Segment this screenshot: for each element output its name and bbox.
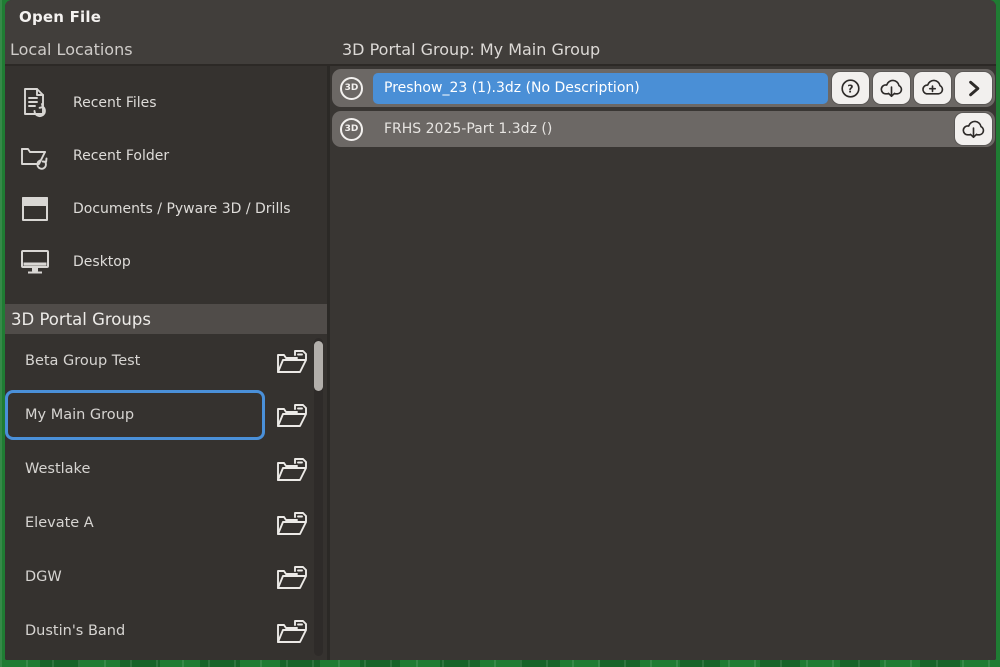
dialog-header: Open File Local Locations 3D Portal Grou…: [5, 0, 996, 66]
group-select-my-main-group[interactable]: My Main Group: [5, 390, 265, 440]
group-row-dgw: DGW: [5, 550, 327, 604]
help-button[interactable]: ?: [832, 72, 869, 104]
3d-file-badge-icon: 3D: [340, 118, 363, 141]
group-label: Beta Group Test: [25, 353, 140, 369]
sidebar-item-label: Recent Folder: [73, 148, 169, 164]
open-folder-icon[interactable]: [275, 345, 311, 377]
sidebar: Recent Files Recent Folder: [5, 66, 330, 660]
group-row-westlake: Westlake: [5, 442, 327, 496]
3d-file-badge-icon: 3D: [340, 77, 363, 100]
groups-scrollbar-track[interactable]: [314, 338, 323, 656]
file-list-panel: 3D Preshow_23 (1).3dz (No Description) ?: [330, 66, 996, 660]
open-folder-icon[interactable]: [275, 399, 311, 431]
local-locations-header: Local Locations: [5, 40, 330, 59]
cloud-download-button[interactable]: [955, 113, 992, 145]
open-folder-icon[interactable]: [275, 615, 311, 647]
group-select-westlake[interactable]: Westlake: [5, 444, 265, 494]
recent-files-icon: [19, 87, 51, 119]
file-row-frhs: 3D FRHS 2025-Part 1.3dz (): [332, 111, 995, 147]
group-label: DGW: [25, 569, 62, 585]
sidebar-item-recent-files[interactable]: Recent Files: [5, 76, 327, 129]
group-select-dgw[interactable]: DGW: [5, 552, 265, 602]
file-name-preshow[interactable]: Preshow_23 (1).3dz (No Description): [373, 73, 828, 104]
sidebar-item-label: Desktop: [73, 254, 131, 270]
sidebar-item-label: Recent Files: [73, 95, 157, 111]
group-row-beta-group-test: Beta Group Test: [5, 334, 327, 388]
local-locations-list: Recent Files Recent Folder: [5, 66, 327, 288]
portal-groups-header: 3D Portal Groups: [5, 304, 327, 334]
open-folder-icon[interactable]: [275, 507, 311, 539]
group-label: Dustin's Band: [25, 623, 125, 639]
group-select-elevate-a[interactable]: Elevate A: [5, 498, 265, 548]
group-row-elevate-a: Elevate A: [5, 496, 327, 550]
open-file-dialog: Open File Local Locations 3D Portal Grou…: [5, 0, 996, 660]
group-select-beta-group-test[interactable]: Beta Group Test: [5, 336, 265, 386]
sidebar-item-recent-folder[interactable]: Recent Folder: [5, 129, 327, 182]
group-select-dustins-band[interactable]: Dustin's Band: [5, 606, 265, 656]
file-name-frhs[interactable]: FRHS 2025-Part 1.3dz (): [373, 114, 951, 145]
sidebar-item-documents[interactable]: Documents / Pyware 3D / Drills: [5, 182, 327, 235]
documents-icon: [19, 193, 51, 225]
open-folder-icon[interactable]: [275, 453, 311, 485]
group-label: My Main Group: [25, 407, 134, 423]
portal-groups-list: Beta Group Test My Main Group: [5, 334, 327, 658]
dialog-title: Open File: [19, 8, 101, 26]
group-row-dustins-band: Dustin's Band: [5, 604, 327, 658]
group-label: Westlake: [25, 461, 90, 477]
group-row-my-main-group: My Main Group: [5, 388, 327, 442]
portal-group-header: 3D Portal Group: My Main Group: [330, 40, 996, 59]
svg-text:?: ?: [847, 83, 853, 95]
sidebar-item-label: Documents / Pyware 3D / Drills: [73, 201, 291, 217]
groups-scrollbar-thumb[interactable]: [314, 341, 323, 391]
desktop-icon: [19, 246, 51, 278]
cloud-download-button[interactable]: [873, 72, 910, 104]
recent-folder-icon: [19, 140, 51, 172]
sidebar-item-desktop[interactable]: Desktop: [5, 235, 327, 288]
cloud-upload-button[interactable]: [914, 72, 951, 104]
file-row-preshow: 3D Preshow_23 (1).3dz (No Description) ?: [332, 69, 995, 107]
group-label: Elevate A: [25, 515, 94, 531]
open-file-chevron-button[interactable]: [955, 72, 992, 104]
open-folder-icon[interactable]: [275, 561, 311, 593]
